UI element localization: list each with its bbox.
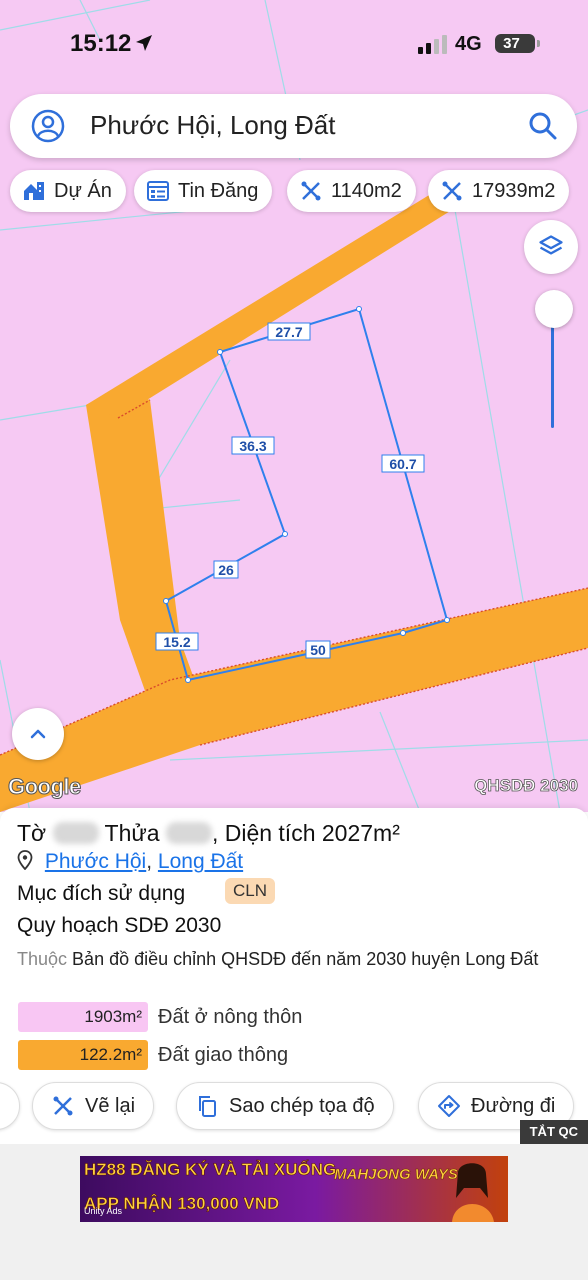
search-input[interactable]: Phước Hội, Long Đất: [90, 110, 335, 141]
area-text: , Diện tích 2027m²: [211, 820, 400, 846]
legend-swatch: 122.2m²: [18, 1040, 148, 1070]
chip-label: Dự Án: [54, 179, 112, 202]
layers-button[interactable]: [524, 220, 578, 274]
usage-label: Mục đích sử dụng: [17, 882, 186, 905]
layers-icon: [539, 235, 563, 255]
search-icon[interactable]: [527, 110, 559, 142]
ward-link[interactable]: Phước Hội: [45, 850, 146, 873]
close-ad-button[interactable]: TẮT QC: [519, 1120, 588, 1144]
parcel-polygon: [164, 307, 449, 682]
ad-headline: HZ88 ĐĂNG KÝ VÀ TẢI XUỐNG: [84, 1160, 337, 1180]
chip-area-1140[interactable]: 1140m2: [287, 170, 416, 212]
plan-description: Thuộc Bản đồ điều chỉnh QHSDĐ đến năm 20…: [17, 946, 573, 972]
opacity-slider[interactable]: [535, 290, 573, 430]
map-layer-name: QHSDĐ 2030: [474, 776, 579, 796]
measure-icon: [301, 181, 321, 201]
legend-row-traffic: 122.2m² Đất giao thông: [18, 1040, 288, 1070]
plan-text: Bản đồ điều chỉnh QHSDĐ đến năm 2030 huy…: [72, 949, 539, 969]
address-separator: ,: [146, 850, 153, 873]
location-arrow-icon: [136, 35, 152, 51]
location-pin-icon: [17, 850, 33, 870]
parcel-vertex: [163, 598, 169, 604]
battery-icon: 37: [495, 34, 540, 53]
usage-code-badge: CLN: [225, 878, 276, 904]
battery-tip: [537, 40, 540, 47]
edge-length-label: 15.2: [163, 634, 190, 650]
screen: 27.7 36.3 60.7 26 15.2 50 Google QHSDĐ 2030 1…: [0, 0, 588, 1280]
status-bar: 15:12 4G 37: [0, 0, 588, 88]
slider-thumb[interactable]: [535, 290, 573, 328]
lot-label: Thửa: [104, 820, 160, 846]
legend-label: Đất ở nông thôn: [158, 1005, 303, 1028]
network-type: 4G: [455, 33, 482, 55]
listing-icon: [147, 181, 169, 201]
action-label: Vẽ lại: [85, 1094, 136, 1117]
ad-network-label: Unity Ads: [84, 1206, 123, 1216]
parcel-vertex: [282, 531, 288, 537]
edge-length-label: 26: [218, 562, 234, 578]
redraw-button[interactable]: Vẽ lại: [32, 1082, 155, 1130]
plan-title: Quy hoạch SDĐ 2030: [17, 914, 222, 937]
plan-prefix: Thuộc: [17, 949, 68, 969]
signal-icon: [418, 35, 447, 54]
measure-icon: [53, 1096, 73, 1116]
edge-length-label: 50: [310, 642, 326, 658]
parcel-vertex: [400, 630, 406, 636]
parcel-address: Phước Hội, Long Đất: [17, 850, 243, 874]
legend-row-residential: 1903m² Đất ở nông thôn: [18, 1002, 302, 1032]
legend-label: Đất giao thông: [158, 1043, 289, 1066]
ad-area: TẮT QC HZ88 ĐĂNG KÝ VÀ TẢI XUỐNG APP NHẬ…: [0, 1120, 588, 1280]
search-bar[interactable]: Phước Hội, Long Đất: [10, 94, 577, 158]
legend-swatch: 1903m²: [18, 1002, 148, 1032]
action-label: Đường đi: [471, 1094, 556, 1117]
chip-label: Tin Đăng: [178, 179, 259, 202]
ad-model-image: [452, 1163, 494, 1222]
parcel-vertex: [185, 677, 191, 683]
ad-banner[interactable]: HZ88 ĐĂNG KÝ VÀ TẢI XUỐNG APP NHẬN 130,0…: [80, 1156, 508, 1222]
action-label: Sao chép tọa độ: [229, 1094, 375, 1117]
chip-du-an[interactable]: Dự Án: [10, 170, 126, 212]
chip-area-17939[interactable]: 17939m2: [428, 170, 570, 212]
copy-icon: [199, 1096, 216, 1117]
edge-length-label: 60.7: [389, 456, 416, 472]
parcel-vertex: [356, 306, 362, 312]
sheet-label: Tờ: [17, 820, 47, 846]
parcel-vertex: [217, 349, 223, 355]
edge-length-label: 27.7: [275, 324, 302, 340]
google-logo: Google: [8, 774, 82, 800]
district-link[interactable]: Long Đất: [158, 850, 243, 873]
user-icon[interactable]: [30, 108, 66, 144]
parcel-title: Tờ Thửa , Diện tích 2027m²: [17, 820, 400, 847]
directions-icon: [438, 1095, 460, 1117]
chip-tin-dang[interactable]: Tin Đăng: [134, 170, 273, 212]
redacted-sheet-number: [52, 822, 99, 844]
chip-label: 17939m2: [472, 179, 556, 202]
battery-level: 37: [503, 35, 520, 52]
edge-length-label: 36.3: [239, 438, 266, 454]
copy-coordinates-button[interactable]: Sao chép tọa độ: [176, 1082, 394, 1130]
expand-panel-button[interactable]: [12, 708, 64, 760]
chevron-up-icon: [30, 729, 46, 739]
parcel-vertex: [444, 617, 450, 623]
redacted-lot-number: [165, 822, 212, 844]
status-time: 15:12: [70, 30, 132, 57]
edge-labels: 27.7 36.3 60.7 26 15.2 50: [155, 322, 425, 659]
measure-icon: [442, 181, 462, 201]
chip-label: 1140m2: [331, 179, 402, 202]
building-icon: [24, 182, 44, 200]
